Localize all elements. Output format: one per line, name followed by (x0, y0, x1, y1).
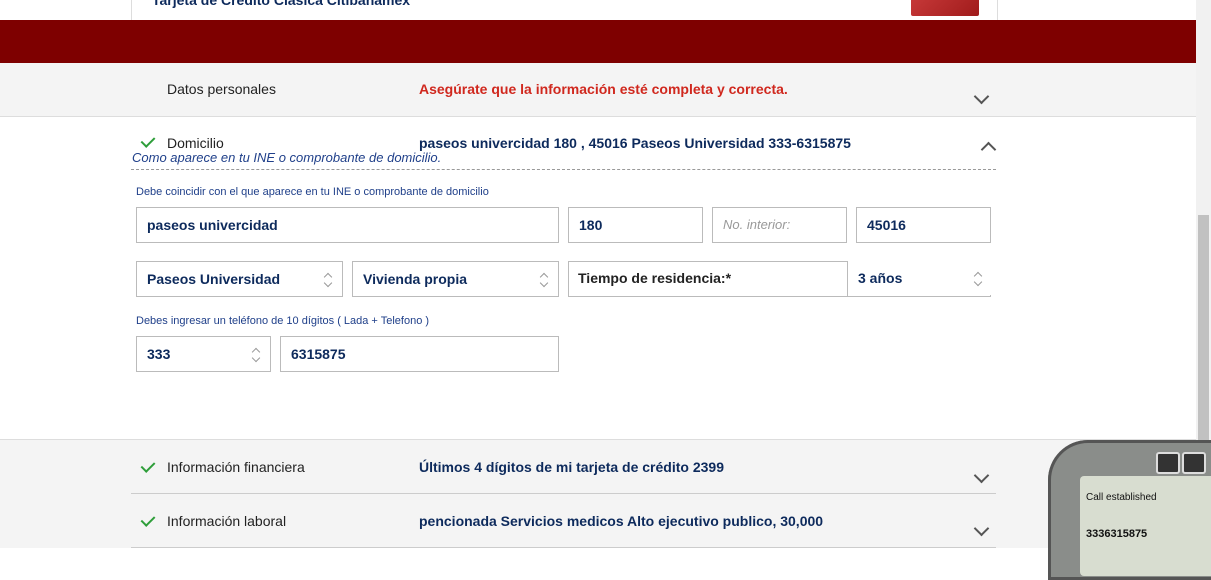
section-divider (131, 547, 996, 548)
section-address-label: Domicilio (167, 135, 224, 151)
select-arrows-icon (324, 272, 334, 288)
chevron-down-icon[interactable] (973, 520, 990, 537)
residence-select[interactable]: 3 años (848, 261, 992, 295)
check-icon (140, 458, 156, 473)
section-personal-label: Datos personales (167, 81, 276, 97)
address-helper-text: Debe coincidir con el que aparece en tu … (136, 186, 489, 198)
check-icon (140, 512, 156, 527)
phone-input[interactable]: 6315875 (280, 336, 559, 372)
select-arrows-icon (974, 271, 984, 287)
section-labor-label: Información laboral (167, 513, 287, 529)
dashed-divider (131, 169, 996, 170)
minimize-icon[interactable] (1182, 452, 1206, 474)
product-card: Tarjeta de Crédito Clásica Citibanamex (131, 0, 998, 20)
housing-select-value: Vivienda propia (363, 271, 467, 287)
credit-card-image (911, 0, 979, 16)
section-address-summary: paseos univercidad 180 , 45016 Paseos Un… (419, 135, 851, 151)
section-labor-summary: pencionada Servicios medicos Alto ejecut… (419, 513, 824, 529)
section-financial-label: Información financiera (167, 459, 305, 475)
brand-band (0, 20, 1196, 63)
residence-select-value: 3 años (858, 270, 903, 286)
residence-group: Tiempo de residencia:* 3 años (568, 261, 992, 297)
chevron-down-icon[interactable] (973, 467, 990, 484)
zip-input[interactable]: 45016 (856, 207, 991, 243)
call-status: Call established (1086, 492, 1157, 503)
product-title: Tarjeta de Crédito Clásica Citibanamex (152, 0, 411, 8)
chevron-up-icon[interactable] (980, 141, 997, 158)
section-labor[interactable]: Información laboral pencionada Servicios… (0, 494, 1196, 548)
address-hint: Como aparece en tu INE o comprobante de … (132, 150, 442, 165)
colony-select-value: Paseos Universidad (147, 271, 281, 287)
phone-helper-text: Debes ingresar un teléfono de 10 dígitos… (136, 315, 430, 327)
ext-number-input[interactable]: 180 (568, 207, 703, 243)
lada-select[interactable]: 333 (136, 336, 271, 372)
residence-label: Tiempo de residencia:* (578, 270, 732, 286)
softphone-screen: Call established 3336315875 (1080, 476, 1211, 576)
chevron-down-icon[interactable] (973, 88, 990, 105)
softphone-widget[interactable]: Call established 3336315875 (1048, 440, 1211, 580)
select-arrows-icon (252, 347, 262, 363)
check-icon (140, 133, 156, 148)
int-number-input[interactable]: No. interior: (712, 207, 847, 243)
street-input[interactable]: paseos univercidad (136, 207, 559, 243)
dropdown-icon[interactable] (1156, 452, 1180, 474)
colony-select[interactable]: Paseos Universidad (136, 261, 343, 297)
section-personal-warning: Asegúrate que la información esté comple… (419, 81, 788, 97)
call-number: 3336315875 (1086, 528, 1148, 540)
lada-select-value: 333 (147, 346, 171, 362)
housing-select[interactable]: Vivienda propia (352, 261, 559, 297)
section-personal[interactable]: Datos personales Asegúrate que la inform… (0, 63, 1196, 117)
select-arrows-icon (540, 272, 550, 288)
section-financial[interactable]: Información financiera Últimos 4 dígitos… (0, 439, 1196, 494)
section-financial-summary: Últimos 4 dígitos de mi tarjeta de crédi… (419, 459, 724, 475)
